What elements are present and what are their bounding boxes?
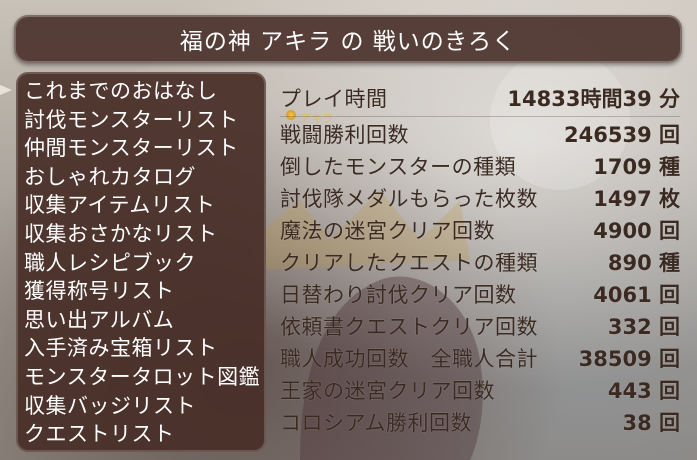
menu-item-collected-fish[interactable]: 収集おさかなリスト bbox=[24, 220, 260, 249]
stat-row: 職人成功回数 全職人合計 38509 回 bbox=[280, 344, 680, 372]
stat-value: 890 種 bbox=[607, 251, 680, 275]
stat-row: クリアしたクエストの種類 890 種 bbox=[280, 248, 680, 276]
stat-row-playtime: プレイ時間 14833時間39 分 bbox=[280, 84, 680, 112]
stat-label: 職人成功回数 全職人合計 bbox=[280, 347, 538, 371]
stat-row: 討伐隊メダルもらった枚数 1497 枚 bbox=[280, 184, 680, 212]
record-title-bar: 福の神 アキラ の 戦いのきろく bbox=[14, 15, 682, 63]
stat-label: 依頼書クエストクリア回数 bbox=[280, 315, 538, 339]
stat-value: 246539 回 bbox=[564, 123, 680, 147]
stat-label: 魔法の迷宮クリア回数 bbox=[280, 219, 495, 243]
stat-value: 332 回 bbox=[607, 315, 680, 339]
menu-item-ally-monsters[interactable]: 仲間モンスターリスト bbox=[24, 134, 260, 163]
menu-item-treasure-chests[interactable]: 入手済み宝箱リスト bbox=[24, 334, 260, 363]
menu-item-crafting-recipes[interactable]: 職人レシピブック bbox=[24, 249, 260, 278]
menu-item-fashion-catalog[interactable]: おしゃれカタログ bbox=[24, 163, 260, 192]
stat-label: プレイ時間 bbox=[280, 87, 388, 111]
stat-label: クリアしたクエストの種類 bbox=[280, 251, 538, 275]
stat-label: 戦闘勝利回数 bbox=[280, 123, 409, 147]
record-menu-panel: これまでのおはなし 討伐モンスターリスト 仲間モンスターリスト おしゃれカタログ… bbox=[16, 72, 266, 452]
stat-label: 日替わり討伐クリア回数 bbox=[280, 283, 517, 307]
record-menu-list: これまでのおはなし 討伐モンスターリスト 仲間モンスターリスト おしゃれカタログ… bbox=[24, 77, 260, 449]
stat-row: 依頼書クエストクリア回数 332 回 bbox=[280, 312, 680, 340]
stat-row: 王家の迷宮クリア回数 443 回 bbox=[280, 376, 680, 404]
stat-row: 日替わり討伐クリア回数 4061 回 bbox=[280, 280, 680, 308]
stats-divider bbox=[280, 116, 680, 117]
stats-panel: プレイ時間 14833時間39 分 戦闘勝利回数 246539 回 倒したモンス… bbox=[270, 72, 685, 452]
stat-label: 倒したモンスターの種類 bbox=[280, 155, 517, 179]
stat-label: コロシアム勝利回数 bbox=[280, 411, 473, 435]
menu-item-titles[interactable]: 獲得称号リスト bbox=[24, 277, 260, 306]
stat-row: コロシアム勝利回数 38 回 bbox=[280, 408, 680, 436]
stat-value: 1709 種 bbox=[593, 155, 680, 179]
stat-value: 1497 枚 bbox=[593, 187, 680, 211]
menu-item-badges[interactable]: 収集バッジリスト bbox=[24, 392, 260, 421]
stat-label: 討伐隊メダルもらった枚数 bbox=[280, 187, 538, 211]
menu-item-defeated-monsters[interactable]: 討伐モンスターリスト bbox=[24, 106, 260, 135]
stat-label: 王家の迷宮クリア回数 bbox=[280, 379, 495, 403]
stat-value: 38 回 bbox=[622, 411, 680, 435]
selection-cursor-icon bbox=[0, 84, 12, 96]
stat-value: 4900 回 bbox=[593, 219, 680, 243]
menu-item-quests[interactable]: クエストリスト bbox=[24, 420, 260, 449]
stat-value: 38509 回 bbox=[578, 347, 680, 371]
stat-value: 4061 回 bbox=[593, 283, 680, 307]
menu-item-memory-album[interactable]: 思い出アルバム bbox=[24, 306, 260, 335]
menu-item-monster-tarot[interactable]: モンスタータロット図鑑 bbox=[24, 363, 260, 392]
stat-row: 戦闘勝利回数 246539 回 bbox=[280, 120, 680, 148]
stat-value: 14833時間39 分 bbox=[507, 87, 680, 111]
stat-value: 443 回 bbox=[607, 379, 680, 403]
stat-row: 魔法の迷宮クリア回数 4900 回 bbox=[280, 216, 680, 244]
record-title: 福の神 アキラ の 戦いのきろく bbox=[179, 29, 517, 55]
menu-item-collected-items[interactable]: 収集アイテムリスト bbox=[24, 191, 260, 220]
stat-row: 倒したモンスターの種類 1709 種 bbox=[280, 152, 680, 180]
menu-item-story[interactable]: これまでのおはなし bbox=[24, 77, 260, 106]
